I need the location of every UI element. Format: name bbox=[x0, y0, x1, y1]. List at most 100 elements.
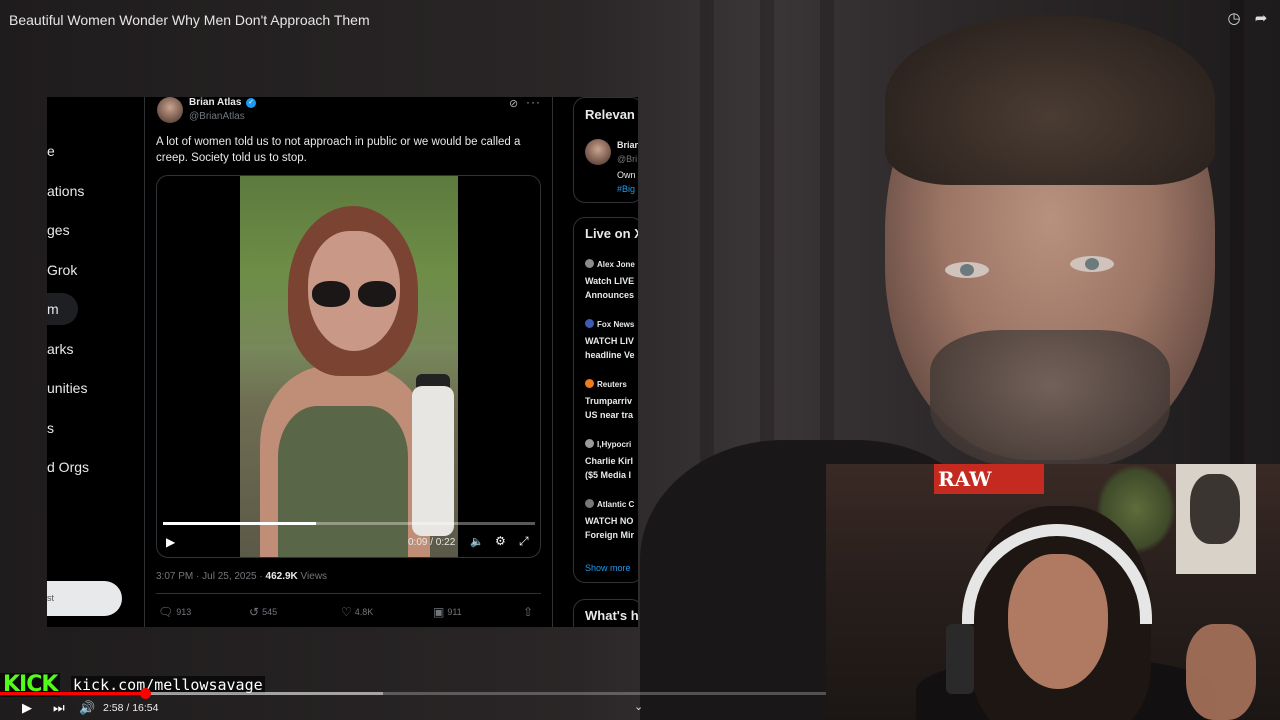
relevant-handle: @Bri bbox=[617, 154, 638, 164]
sidebar-item: unities bbox=[47, 380, 88, 396]
whats-heading: What's h bbox=[585, 608, 638, 623]
presenter-eye bbox=[1070, 256, 1114, 272]
streamer-webcam: RAW bbox=[826, 464, 1280, 720]
live-line: Foreign Mir bbox=[585, 530, 634, 540]
water-bottle bbox=[412, 386, 454, 536]
mute-button[interactable]: 🔊 bbox=[79, 700, 95, 716]
video-time: 0:09 / 0:22 bbox=[408, 537, 456, 548]
relevant-name: Brian bbox=[617, 140, 638, 150]
video-title[interactable]: Beautiful Women Wonder Why Men Don't App… bbox=[9, 12, 370, 28]
gear-icon: ⚙ bbox=[495, 534, 506, 548]
wall-poster bbox=[1176, 464, 1256, 574]
live-line: WATCH NO bbox=[585, 516, 634, 526]
volume-icon: 🔈 bbox=[470, 536, 484, 548]
chevron-down-icon[interactable]: ⌄ bbox=[634, 700, 643, 713]
tweet: Brian Atlas ✓ @BrianAtlas ⊘ ··· A lot of… bbox=[145, 97, 553, 627]
sunglasses-lens bbox=[312, 281, 350, 307]
next-button[interactable]: ⏭ bbox=[53, 700, 65, 716]
raw-sign: RAW bbox=[934, 464, 1044, 494]
source-avatar-icon bbox=[585, 319, 594, 328]
tweet-video: ▶ 0:09 / 0:22 🔈 ⚙ ⤢ bbox=[156, 175, 541, 558]
share-action: ⇧ bbox=[523, 605, 536, 619]
repost-count: 545 bbox=[262, 607, 278, 617]
x-post-screenshot: e ations ges Grok m arks unities s d Org… bbox=[47, 97, 638, 627]
divider bbox=[156, 593, 541, 594]
tweet-timestamp: 3:07 PM · Jul 25, 2025 · bbox=[156, 571, 266, 582]
live-line: WATCH LIV bbox=[585, 336, 634, 346]
heart-icon: ♡ bbox=[341, 605, 352, 619]
relevant-people-card: Relevan Brian @Bri Own #Big bbox=[573, 97, 638, 203]
poster-portrait bbox=[1190, 474, 1240, 544]
play-icon: ▶ bbox=[22, 700, 32, 715]
live-on-x-card: Live on X Alex Jone Watch LIVE Announces… bbox=[573, 217, 638, 583]
repost-action: ↺ 545 bbox=[249, 605, 277, 619]
relevant-avatar bbox=[585, 139, 611, 165]
seek-bar[interactable] bbox=[0, 688, 826, 699]
time-display: 2:58 / 16:54 bbox=[103, 702, 159, 714]
author-name: Brian Atlas bbox=[189, 97, 242, 108]
streamer-hand bbox=[1186, 624, 1256, 720]
bookmark-count: 911 bbox=[447, 607, 462, 617]
presenter-hair bbox=[885, 15, 1215, 185]
sidebar-item: m bbox=[47, 301, 59, 317]
fullscreen-icon: ⤢ bbox=[519, 534, 529, 548]
bookmark-icon: ▣ bbox=[433, 605, 445, 619]
whats-happening-card: What's h bbox=[573, 599, 638, 627]
presenter-beard bbox=[930, 330, 1170, 470]
live-source: Alex Jone bbox=[585, 259, 635, 269]
video-progress-track bbox=[163, 522, 535, 525]
tweet-text: A lot of women told us to not approach i… bbox=[156, 136, 521, 164]
source-avatar-icon bbox=[585, 379, 594, 388]
volume-icon: 🔊 bbox=[79, 700, 96, 715]
woman-tank-top bbox=[278, 406, 408, 557]
like-count: 4.8K bbox=[354, 607, 374, 617]
relevant-hashtag: #Big bbox=[617, 184, 636, 194]
sidebar-item: ges bbox=[47, 222, 70, 238]
verified-badge-icon: ✓ bbox=[246, 98, 256, 108]
share-arrow-icon[interactable]: ➦ bbox=[1252, 10, 1270, 28]
sunglasses-lens bbox=[358, 281, 396, 307]
live-line: Announces bbox=[585, 290, 635, 300]
post-button: st bbox=[47, 581, 122, 616]
reply-action: 🗨 913 bbox=[158, 605, 191, 619]
play-button[interactable]: ▶ bbox=[22, 700, 32, 716]
views-label: Views bbox=[297, 571, 328, 582]
microphone bbox=[946, 624, 974, 694]
live-source: Reuters bbox=[585, 379, 627, 389]
x-sidebar: e ations ges Grok m arks unities s d Org… bbox=[47, 97, 145, 627]
video-progress-fill bbox=[163, 522, 316, 525]
live-line: US near tra bbox=[585, 410, 634, 420]
sidebar-item: s bbox=[47, 420, 54, 436]
source-avatar-icon bbox=[585, 259, 594, 268]
repost-icon: ↺ bbox=[249, 605, 260, 619]
live-source: I,Hypocri bbox=[585, 439, 631, 449]
live-line: Charlie Kirl bbox=[585, 456, 634, 466]
clock-icon[interactable]: ◷ bbox=[1225, 10, 1243, 28]
bookmark-action: ▣ 911 bbox=[433, 605, 462, 619]
relevant-heading: Relevan bbox=[585, 107, 635, 122]
live-line: Trumparriv bbox=[585, 396, 633, 406]
video-frame[interactable]: Beautiful Women Wonder Why Men Don't App… bbox=[0, 0, 1280, 720]
source-avatar-icon bbox=[585, 499, 594, 508]
sunglasses bbox=[312, 281, 398, 307]
presenter-eye bbox=[945, 262, 989, 278]
show-more-link: Show more bbox=[585, 563, 631, 573]
play-icon: ▶ bbox=[166, 535, 176, 549]
sidebar-item: e bbox=[47, 143, 55, 159]
video-still bbox=[240, 176, 458, 557]
reply-icon: 🗨 bbox=[158, 605, 174, 619]
source-avatar-icon bbox=[585, 439, 594, 448]
tweet-meta: 3:07 PM · Jul 25, 2025 · 462.9K Views bbox=[156, 571, 327, 582]
seek-scrubber-handle[interactable] bbox=[140, 688, 152, 699]
skip-next-icon: ⏭ bbox=[53, 700, 65, 715]
seek-played bbox=[0, 692, 146, 695]
live-source: Fox News bbox=[585, 319, 634, 329]
sidebar-item: Grok bbox=[47, 262, 78, 278]
sidebar-item: arks bbox=[47, 341, 74, 357]
author-avatar bbox=[157, 97, 183, 123]
sidebar-item: d Orgs bbox=[47, 459, 90, 475]
relevant-bio: Own bbox=[617, 170, 636, 180]
upload-icon: ⇧ bbox=[523, 605, 534, 619]
live-line: Watch LIVE bbox=[585, 276, 635, 286]
live-heading: Live on X bbox=[585, 226, 638, 241]
